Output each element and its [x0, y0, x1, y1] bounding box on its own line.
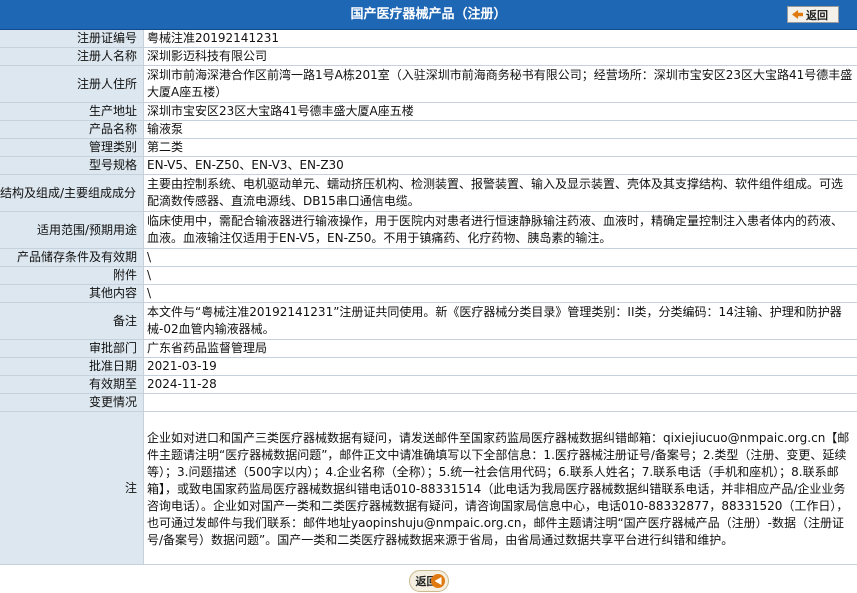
- row-other: 其他内容 \: [0, 285, 857, 303]
- label-valid-until: 有效期至: [0, 376, 144, 394]
- row-remark: 备注 本文件与“粤械注准20192141231”注册证共同使用。新《医疗器械分类…: [0, 303, 857, 340]
- value-attachment: \: [144, 267, 857, 285]
- value-changes: [144, 394, 857, 412]
- value-note: 企业如对进口和国产三类医疗器械数据有疑问，请发送邮件至国家药监局医疗器械数据纠错…: [144, 412, 857, 565]
- label-scope: 适用范围/预期用途: [0, 212, 144, 249]
- label-product-name: 产品名称: [0, 121, 144, 139]
- row-note: 注 企业如对进口和国产三类医疗器械数据有疑问，请发送邮件至国家药监局医疗器械数据…: [0, 412, 857, 565]
- product-info-table: 注册证编号 粤械注准20192141231 注册人名称 深圳影迈科技有限公司 注…: [0, 30, 857, 565]
- row-structure: 结构及组成/主要组成成分 主要由控制系统、电机驱动单元、蠕动挤压机构、检测装置、…: [0, 175, 857, 212]
- row-production-address: 生产地址 深圳市宝安区23区大宝路41号德丰盛大厦A座五楼: [0, 103, 857, 121]
- value-remark: 本文件与“粤械注准20192141231”注册证共同使用。新《医疗器械分类目录》…: [144, 303, 857, 340]
- value-valid-until: 2024-11-28: [144, 376, 857, 394]
- row-valid-until: 有效期至 2024-11-28: [0, 376, 857, 394]
- value-category: 第二类: [144, 139, 857, 157]
- value-structure: 主要由控制系统、电机驱动单元、蠕动挤压机构、检测装置、报警装置、输入及显示装置、…: [144, 175, 857, 212]
- row-address: 注册人住所 深圳市前海深港合作区前湾一路1号A栋201室（入驻深圳市前海商务秘书…: [0, 66, 857, 103]
- value-dept: 广东省药品监督管理局: [144, 340, 857, 358]
- row-storage: 产品储存条件及有效期 \: [0, 249, 857, 267]
- label-production-address: 生产地址: [0, 103, 144, 121]
- back-button-bottom[interactable]: 返回: [409, 570, 449, 592]
- label-reg-no: 注册证编号: [0, 30, 144, 48]
- label-address: 注册人住所: [0, 66, 144, 103]
- value-model: EN-V5、EN-Z50、EN-V3、EN-Z30: [144, 157, 857, 175]
- label-remark: 备注: [0, 303, 144, 340]
- value-other: \: [144, 285, 857, 303]
- value-approval-date: 2021-03-19: [144, 358, 857, 376]
- page-title: 国产医疗器械产品（注册）: [0, 0, 857, 29]
- label-attachment: 附件: [0, 267, 144, 285]
- back-circle-icon: [431, 574, 445, 588]
- row-model: 型号规格 EN-V5、EN-Z50、EN-V3、EN-Z30: [0, 157, 857, 175]
- row-attachment: 附件 \: [0, 267, 857, 285]
- row-scope: 适用范围/预期用途 临床使用中，需配合输液器进行输液操作，用于医院内对患者进行恒…: [0, 212, 857, 249]
- value-production-address: 深圳市宝安区23区大宝路41号德丰盛大厦A座五楼: [144, 103, 857, 121]
- row-reg-no: 注册证编号 粤械注准20192141231: [0, 30, 857, 48]
- row-dept: 审批部门 广东省药品监督管理局: [0, 340, 857, 358]
- back-arrow-icon: [792, 10, 803, 19]
- row-approval-date: 批准日期 2021-03-19: [0, 358, 857, 376]
- value-reg-no: 粤械注准20192141231: [144, 30, 857, 48]
- value-scope: 临床使用中，需配合输液器进行输液操作，用于医院内对患者进行恒速静脉输注药液、血液…: [144, 212, 857, 249]
- row-registrant: 注册人名称 深圳影迈科技有限公司: [0, 48, 857, 66]
- value-storage: \: [144, 249, 857, 267]
- label-registrant: 注册人名称: [0, 48, 144, 66]
- label-model: 型号规格: [0, 157, 144, 175]
- label-category: 管理类别: [0, 139, 144, 157]
- label-note: 注: [0, 412, 144, 565]
- value-product-name: 输液泵: [144, 121, 857, 139]
- label-structure: 结构及组成/主要组成成分: [0, 175, 144, 212]
- label-dept: 审批部门: [0, 340, 144, 358]
- back-button-label: 返回: [806, 9, 828, 22]
- value-registrant: 深圳影迈科技有限公司: [144, 48, 857, 66]
- row-category: 管理类别 第二类: [0, 139, 857, 157]
- row-product-name: 产品名称 输液泵: [0, 121, 857, 139]
- label-changes: 变更情况: [0, 394, 144, 412]
- label-storage: 产品储存条件及有效期: [0, 249, 144, 267]
- label-other: 其他内容: [0, 285, 144, 303]
- title-bar: 国产医疗器械产品（注册） 返回: [0, 0, 857, 30]
- value-address: 深圳市前海深港合作区前湾一路1号A栋201室（入驻深圳市前海商务秘书有限公司；经…: [144, 66, 857, 103]
- row-changes: 变更情况: [0, 394, 857, 412]
- label-approval-date: 批准日期: [0, 358, 144, 376]
- back-button-top[interactable]: 返回: [787, 6, 839, 23]
